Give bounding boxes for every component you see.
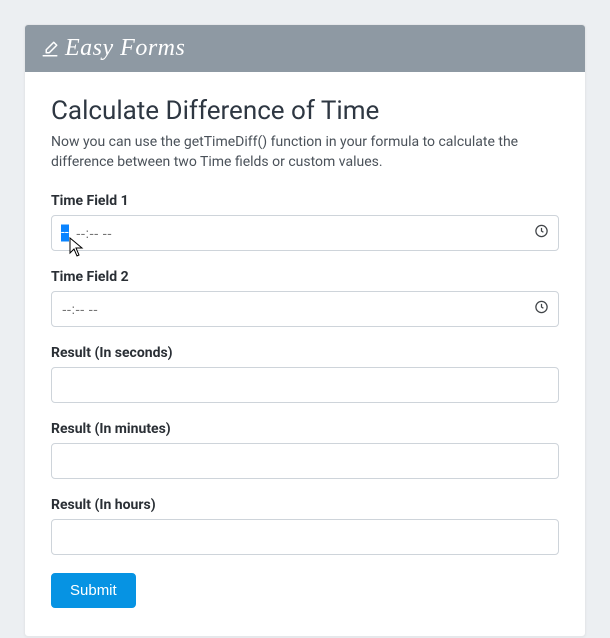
label-time2: Time Field 2	[51, 269, 559, 285]
card-header: Easy Forms	[25, 25, 585, 72]
time-field-1-input[interactable]	[51, 215, 559, 251]
card-body: Calculate Difference of Time Now you can…	[25, 72, 585, 636]
field-group-result-hours: Result (In hours)	[51, 497, 559, 555]
label-time1: Time Field 1	[51, 193, 559, 209]
form-desc: Now you can use the getTimeDiff() functi…	[51, 132, 559, 173]
brand-title: Easy Forms	[65, 35, 185, 62]
label-result-seconds: Result (In seconds)	[51, 345, 559, 361]
result-hours-input[interactable]	[51, 519, 559, 555]
submit-button[interactable]: Submit	[51, 573, 136, 608]
field-group-time2: Time Field 2	[51, 269, 559, 327]
label-result-hours: Result (In hours)	[51, 497, 559, 513]
edit-icon	[41, 40, 59, 58]
form-card: Easy Forms Calculate Difference of Time …	[24, 24, 586, 637]
label-result-minutes: Result (In minutes)	[51, 421, 559, 437]
input-wrap-time1: --	[51, 215, 559, 251]
field-group-result-minutes: Result (In minutes)	[51, 421, 559, 479]
field-group-result-seconds: Result (In seconds)	[51, 345, 559, 403]
time-field-2-input[interactable]	[51, 291, 559, 327]
field-group-time1: Time Field 1 --	[51, 193, 559, 251]
result-seconds-input[interactable]	[51, 367, 559, 403]
form-title: Calculate Difference of Time	[51, 96, 559, 126]
result-minutes-input[interactable]	[51, 443, 559, 479]
